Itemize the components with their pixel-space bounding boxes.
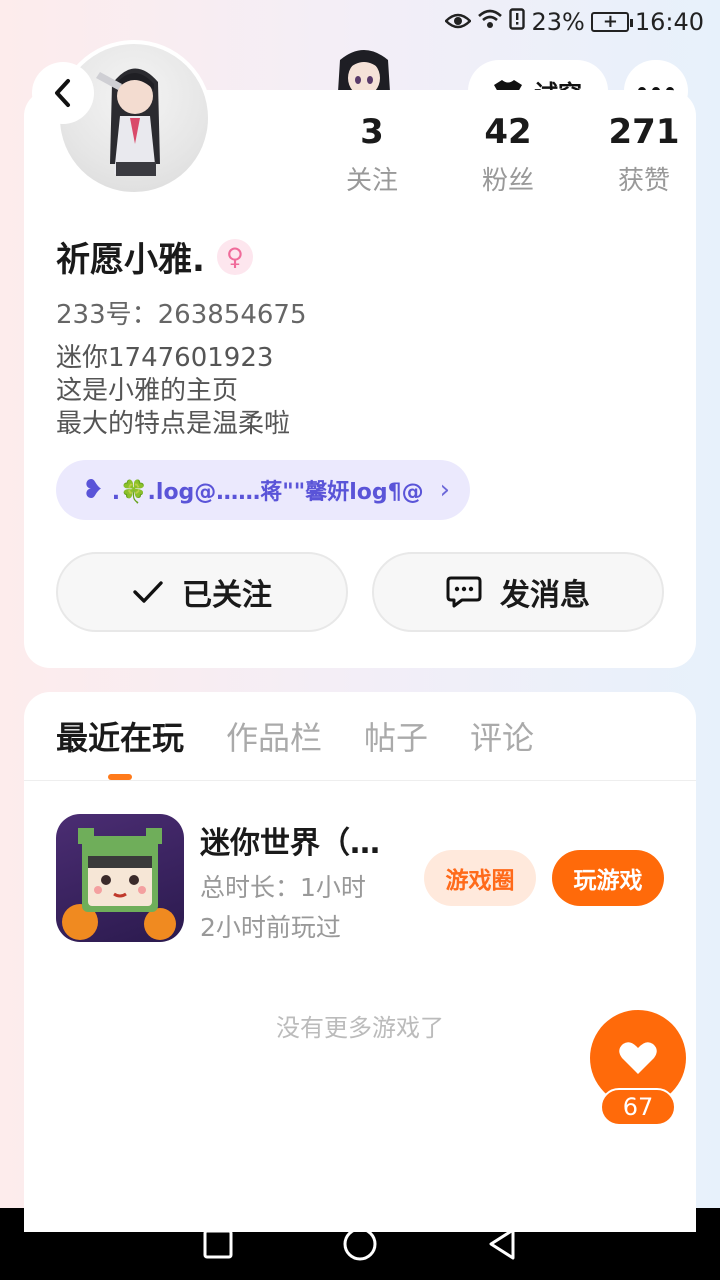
game-circle-button[interactable]: 游戏圈 (424, 850, 536, 906)
battery-percent: 23% (531, 8, 585, 36)
back-button[interactable] (32, 62, 94, 124)
wifi-icon (477, 8, 503, 36)
home-icon[interactable] (343, 1227, 377, 1261)
female-icon: ♀ (216, 238, 253, 275)
stat-value: 271 (608, 112, 680, 152)
heart-icon: ❥ (82, 475, 104, 505)
content-card: 最近在玩 作品栏 帖子 评论 迷你世界（… 总时长：1小时 2小时前玩过 游戏圈… (24, 692, 696, 1232)
action-row: 已关注 发消息 (56, 552, 664, 632)
play-game-button[interactable]: 玩游戏 (552, 850, 664, 906)
battery-icon: + (590, 11, 633, 32)
game-icon[interactable] (56, 814, 184, 942)
message-button[interactable]: 发消息 (372, 552, 664, 632)
game-title: 迷你世界（… (200, 826, 380, 861)
chevron-right-icon: › (439, 475, 450, 505)
bio: 迷你1747601923 这是小雅的主页 最大的特点是温柔啦 (56, 342, 290, 441)
bio-line: 这是小雅的主页 (56, 376, 239, 406)
tab-posts[interactable]: 帖子 (364, 714, 428, 762)
username-row: 祈愿小雅. ♀ (56, 232, 253, 281)
game-duration: 总时长：1小时 (200, 873, 366, 902)
stat-likes[interactable]: 271 获赞 (576, 110, 712, 197)
game-last-played: 2小时前玩过 (200, 913, 341, 942)
bio-line: 迷你1747601923 (56, 343, 274, 373)
eye-icon (444, 8, 473, 36)
alert-sim-icon (509, 8, 526, 36)
relationship-tag[interactable]: ❥ .🍀.log@……蒋""馨妍log¶@ › (56, 460, 470, 520)
username: 祈愿小雅. (56, 240, 205, 280)
tab-recently-played[interactable]: 最近在玩 (56, 714, 184, 780)
recent-apps-icon[interactable] (203, 1229, 233, 1259)
stat-value: 42 (484, 112, 532, 152)
account-id: 233号：263854675 (56, 300, 307, 330)
stat-label: 获赞 (617, 166, 670, 196)
clock: 16:40 (634, 8, 704, 36)
tabs: 最近在玩 作品栏 帖子 评论 (56, 714, 534, 780)
tab-works[interactable]: 作品栏 (226, 714, 322, 762)
chat-bubble-icon (446, 576, 482, 608)
tag-text: .🍀.log@……蒋""馨妍log¶@ (111, 480, 424, 505)
heart-icon (619, 1042, 657, 1074)
avatar-image (60, 44, 208, 192)
chevron-left-icon (55, 79, 70, 107)
back-triangle-icon[interactable] (487, 1228, 517, 1260)
status-bar: 23% + 16:40 (0, 0, 720, 50)
bio-line: 最大的特点是温柔啦 (56, 409, 291, 439)
tab-divider (24, 780, 696, 781)
like-count: 67 (600, 1088, 676, 1126)
follow-button[interactable]: 已关注 (56, 552, 348, 632)
stat-following[interactable]: 3 关注 (304, 110, 440, 197)
stat-followers[interactable]: 42 粉丝 (440, 110, 576, 197)
tab-comments[interactable]: 评论 (470, 714, 534, 762)
dressup-character[interactable] (334, 46, 394, 92)
stat-value: 3 (360, 112, 384, 152)
list-item[interactable]: 迷你世界（… 总时长：1小时 2小时前玩过 游戏圈 玩游戏 (56, 812, 666, 942)
stat-label: 粉丝 (481, 166, 534, 196)
status-icons: 23% + 16:40 (444, 8, 704, 36)
stat-label: 关注 (345, 166, 398, 196)
check-icon (133, 581, 163, 603)
follow-label: 已关注 (182, 578, 272, 613)
stats: 3 关注 42 粉丝 271 获赞 (304, 110, 712, 197)
message-label: 发消息 (500, 578, 590, 613)
